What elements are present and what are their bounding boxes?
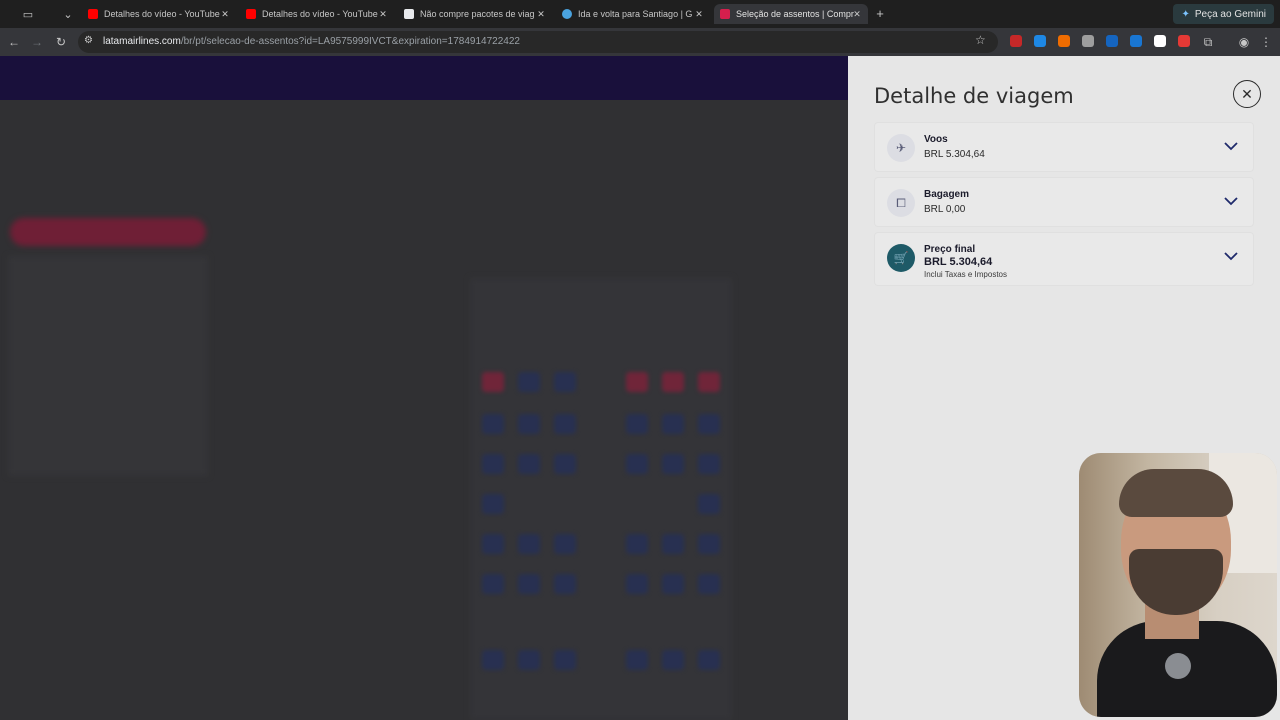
extension-icon[interactable] [1106,35,1118,47]
extensions-puzzle-icon[interactable]: ⧉ [1200,34,1216,50]
flights-label: Voos [924,134,948,145]
site-icon [562,9,572,19]
forward-button[interactable]: → [29,34,45,50]
youtube-icon [88,9,98,19]
browser-toolbar: ← → ↻ ⚙ latamairlines.com/br/pt/selecao-… [0,28,1280,56]
final-price-row[interactable]: 🛒 Preço final BRL 5.304,64 Inclui Taxas … [874,232,1254,286]
bookmark-star-icon[interactable]: ☆ [975,33,986,47]
tab-seat-selection[interactable]: Seleção de assentos | Compr ✕ [714,4,868,24]
gemini-sparkle-icon: ✦ [1181,8,1190,20]
notion-icon [404,9,414,19]
baggage-price: BRL 0,00 [924,204,966,215]
extension-icon[interactable] [1130,35,1142,47]
extension-icon[interactable] [1034,35,1046,47]
tab-close-icon[interactable]: ✕ [850,7,864,21]
modal-backdrop[interactable] [0,56,848,720]
address-bar[interactable]: ⚙ latamairlines.com/br/pt/selecao-de-ass… [78,31,998,53]
final-price-label: Preço final [924,244,976,255]
url-host: latamairlines.com [103,36,181,47]
browser-menu-icon[interactable]: ⋮ [1258,34,1274,50]
chevron-down-icon[interactable] [1223,138,1239,154]
tab-title: Não compre pacotes de viag [420,9,535,19]
site-settings-icon[interactable]: ⚙ [84,35,93,46]
tab-title: Seleção de assentos | Compr [736,9,854,19]
tab-search-chevron-icon[interactable]: ⌄ [59,5,77,23]
flights-summary-row[interactable]: ✈ Voos BRL 5.304,64 [874,122,1254,172]
panel-title: Detalhe de viagem [874,84,1074,108]
taxes-note: Inclui Taxas e Impostos [924,270,1008,279]
microphone [1165,653,1191,679]
seat-selection-page-blurred [0,56,848,720]
tab-title: Ida e volta para Santiago | G [578,9,693,19]
url-path: /br/pt/selecao-de-assentos?id=LA9575999I… [180,36,520,47]
reload-button[interactable]: ↻ [53,34,69,50]
url-text[interactable]: latamairlines.com/br/pt/selecao-de-assen… [103,36,520,47]
tab-youtube-1[interactable]: Detalhes do vídeo - YouTube ✕ [82,4,236,24]
gemini-button[interactable]: ✦ Peça ao Gemini [1173,4,1274,24]
youtube-icon [246,9,256,19]
extension-icon[interactable] [1178,35,1190,47]
final-price-value: BRL 5.304,64 [924,256,993,268]
flights-price: BRL 5.304,64 [924,149,985,160]
extension-icon[interactable] [1058,35,1070,47]
webcam-overlay [1079,453,1277,717]
profile-avatar[interactable]: ◉ [1236,34,1252,50]
extension-icon[interactable] [1154,35,1166,47]
extension-icon[interactable] [1082,35,1094,47]
tab-title: Detalhes do vídeo - YouTube [262,9,378,19]
tab-close-icon[interactable]: ✕ [692,7,706,21]
luggage-icon: ⧠ [887,189,915,217]
chevron-down-icon[interactable] [1223,248,1239,264]
plane-icon: ✈ [887,134,915,162]
baggage-summary-row[interactable]: ⧠ Bagagem BRL 0,00 [874,177,1254,227]
tab-groups-icon[interactable]: ▭ [19,5,37,23]
chevron-down-icon[interactable] [1223,193,1239,209]
tab-title: Detalhes do vídeo - YouTube [104,9,220,19]
gemini-label: Peça ao Gemini [1194,8,1266,20]
close-panel-button[interactable]: ✕ [1233,80,1261,108]
cart-icon: 🛒 [887,244,915,272]
tab-santiago[interactable]: Ida e volta para Santiago | G ✕ [556,4,710,24]
tab-close-icon[interactable]: ✕ [534,7,548,21]
tab-youtube-2[interactable]: Detalhes do vídeo - YouTube ✕ [240,4,394,24]
extension-icon[interactable] [1010,35,1022,47]
baggage-label: Bagagem [924,189,970,200]
close-icon: ✕ [1241,85,1253,102]
presenter-hair [1119,469,1233,517]
tab-notion[interactable]: Não compre pacotes de viag ✕ [398,4,552,24]
latam-icon [720,9,730,19]
tab-close-icon[interactable]: ✕ [376,7,390,21]
tab-strip: ▭ ⌄ Detalhes do vídeo - YouTube ✕ Detalh… [0,0,1280,28]
tab-close-icon[interactable]: ✕ [218,7,232,21]
new-tab-button[interactable]: + [872,5,888,21]
back-button[interactable]: ← [6,34,22,50]
